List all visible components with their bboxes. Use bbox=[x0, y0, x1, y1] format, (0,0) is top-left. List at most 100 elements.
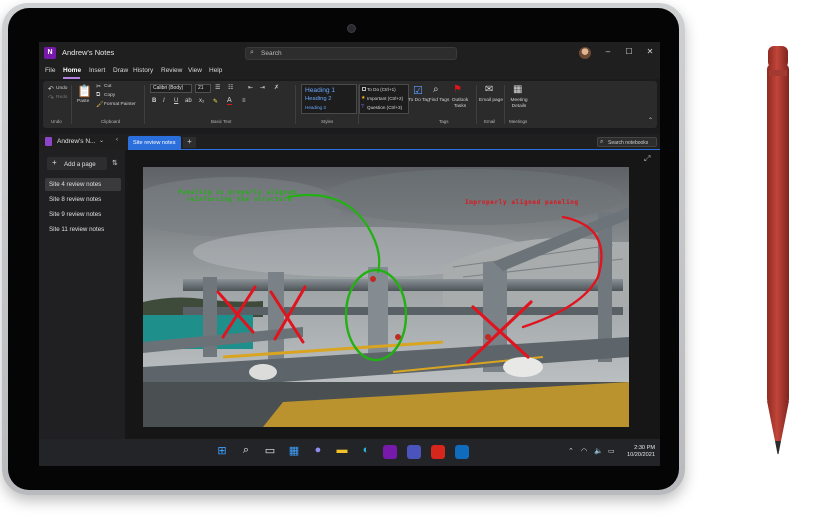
tag-important[interactable]: ★ Important (Ctrl+2) bbox=[361, 95, 403, 101]
style-heading-3[interactable]: Heading 3 bbox=[305, 105, 326, 110]
clear-formatting-icon[interactable]: ✗ bbox=[274, 84, 279, 91]
collapse-pane-icon[interactable]: ‹ bbox=[116, 137, 118, 143]
system-clock[interactable]: 2:30 PM 10/20/2021 bbox=[625, 445, 655, 459]
style-heading-2[interactable]: Heading 2 bbox=[305, 96, 331, 102]
star-icon: ★ bbox=[361, 95, 366, 101]
note-canvas[interactable]: ⤢ Paneling is properly aligned, reinforc… bbox=[125, 150, 660, 439]
font-family-select[interactable]: Calibri (Body) bbox=[150, 84, 192, 93]
tag-question-label: Question (Ctrl+3) bbox=[367, 105, 403, 110]
todo-tag-icon[interactable]: ☑ bbox=[413, 84, 423, 97]
paste-button[interactable]: Paste bbox=[77, 99, 89, 104]
outlook-tasks-button[interactable]: Outlook Tasks bbox=[448, 98, 472, 109]
decrease-indent-icon[interactable]: ⇤ bbox=[248, 84, 253, 91]
notebook-name[interactable]: Andrew's N... bbox=[57, 138, 95, 145]
copy-button[interactable]: Copy bbox=[104, 93, 115, 98]
undo-button[interactable]: Undo bbox=[56, 86, 67, 91]
styles-gallery[interactable]: Heading 1 Heading 2 Heading 3 bbox=[301, 84, 357, 114]
widgets-icon[interactable]: ▦ bbox=[287, 444, 301, 457]
battery-icon[interactable]: ▭ bbox=[608, 447, 615, 455]
basic-text-group-label: Basic Text bbox=[211, 119, 232, 124]
email-page-button[interactable]: Email page bbox=[479, 98, 503, 104]
page-item-label: Site 9 review notes bbox=[49, 211, 102, 218]
plus-icon: + bbox=[52, 158, 57, 167]
page-item-site-8[interactable]: Site 8 review notes bbox=[45, 193, 121, 206]
undo-icon[interactable]: ↶ bbox=[48, 85, 54, 93]
undo-group-label: Undo bbox=[51, 119, 62, 124]
teams-chat-icon[interactable]: ● bbox=[311, 444, 325, 456]
chevron-up-icon[interactable]: ⌃ bbox=[568, 447, 574, 455]
menu-history[interactable]: History bbox=[133, 67, 153, 74]
page-item-site-9[interactable]: Site 9 review notes bbox=[45, 208, 121, 221]
chevron-down-icon[interactable]: ⌄ bbox=[99, 137, 104, 144]
format-painter-button[interactable]: Format Painter bbox=[104, 102, 136, 107]
file-explorer-icon[interactable]: ▬ bbox=[335, 444, 349, 456]
title-search-box[interactable]: ⌕ Search bbox=[245, 47, 457, 60]
bullets-icon[interactable]: ☰ bbox=[215, 84, 220, 91]
acrobat-icon[interactable] bbox=[431, 445, 445, 459]
pages-pane: + Add a page ⇅ Site 4 review notes Site … bbox=[39, 150, 125, 439]
search-notebooks-placeholder: Search notebooks bbox=[608, 139, 649, 146]
flag-icon[interactable]: ⚑ bbox=[453, 84, 462, 95]
clock-time: 2:30 PM bbox=[634, 445, 655, 451]
tag-question[interactable]: ? Question (Ctrl+3) bbox=[361, 104, 403, 110]
sort-icon[interactable]: ⇅ bbox=[112, 159, 118, 167]
add-page-button[interactable]: + Add a page bbox=[47, 157, 107, 170]
tags-gallery[interactable]: To Do (Ctrl+1) ★ Important (Ctrl+2) ? Ques… bbox=[359, 84, 409, 114]
edge-icon[interactable]: ◐ bbox=[359, 444, 373, 456]
calendar-icon[interactable]: ▦ bbox=[513, 84, 522, 95]
strikethrough-icon[interactable]: ab bbox=[185, 98, 192, 104]
collapse-ribbon-icon[interactable]: ⌃ bbox=[648, 117, 653, 124]
copy-icon[interactable]: ⧉ bbox=[96, 92, 100, 99]
bold-button[interactable]: B bbox=[152, 98, 156, 104]
paste-icon[interactable]: 📋 bbox=[77, 84, 92, 98]
menu-home[interactable]: Home bbox=[63, 67, 81, 74]
green-annotation: Paneling is properly aligned, reinforcin… bbox=[178, 189, 300, 203]
redo-icon[interactable]: ↷ bbox=[48, 94, 54, 102]
onenote-icon[interactable] bbox=[383, 445, 397, 459]
italic-button[interactable]: I bbox=[163, 98, 165, 104]
cut-button[interactable]: Cut bbox=[104, 84, 111, 89]
highlight-icon[interactable]: ✎ bbox=[213, 98, 218, 105]
wifi-icon[interactable]: ◠ bbox=[581, 447, 587, 455]
add-section-button[interactable]: + bbox=[183, 137, 196, 148]
menu-insert[interactable]: Insert bbox=[89, 67, 105, 74]
teams-icon[interactable] bbox=[407, 445, 421, 459]
menu-review[interactable]: Review bbox=[161, 67, 182, 74]
menu-file[interactable]: File bbox=[45, 67, 55, 74]
menu-view[interactable]: View bbox=[188, 67, 202, 74]
style-heading-1[interactable]: Heading 1 bbox=[305, 87, 335, 94]
search-icon[interactable]: ⌕ bbox=[239, 444, 253, 457]
font-size-select[interactable]: 21 bbox=[195, 84, 211, 93]
page-item-site-4[interactable]: Site 4 review notes bbox=[45, 178, 121, 191]
subscript-icon[interactable]: x₂ bbox=[199, 98, 204, 104]
outlook-icon[interactable] bbox=[455, 445, 469, 459]
search-notebooks-input[interactable]: ⌕ Search notebooks bbox=[597, 137, 657, 147]
construction-site-photo[interactable]: Paneling is properly aligned, reinforcin… bbox=[143, 167, 629, 427]
email-icon[interactable]: ✉ bbox=[485, 84, 493, 95]
menu-draw[interactable]: Draw bbox=[113, 67, 128, 74]
tab-site-review-notes[interactable]: Site review notes bbox=[128, 136, 181, 150]
redo-button[interactable]: Redo bbox=[56, 95, 67, 100]
meeting-details-button[interactable]: Meeting Details bbox=[507, 98, 531, 109]
maximize-icon[interactable]: ☐ bbox=[623, 47, 635, 56]
format-painter-icon[interactable]: 🖌 bbox=[96, 101, 104, 108]
minimize-icon[interactable]: – bbox=[602, 47, 614, 56]
align-icon[interactable]: ≡ bbox=[242, 98, 246, 104]
notebook-bar: Andrew's N... ⌄ ‹ Site review notes + ⌕ … bbox=[39, 134, 660, 150]
volume-icon[interactable]: 🔈 bbox=[594, 447, 603, 455]
tag-todo[interactable]: To Do (Ctrl+1) bbox=[362, 87, 396, 92]
task-view-icon[interactable]: ▭ bbox=[263, 444, 277, 457]
expand-icon[interactable]: ⤢ bbox=[644, 154, 650, 164]
user-avatar[interactable] bbox=[579, 47, 591, 59]
font-color-icon[interactable]: A bbox=[227, 97, 232, 105]
increase-indent-icon[interactable]: ⇥ bbox=[260, 84, 265, 91]
menu-help[interactable]: Help bbox=[209, 67, 222, 74]
start-icon[interactable]: ⊞ bbox=[215, 444, 229, 457]
page-item-site-11[interactable]: Site 11 review notes bbox=[45, 223, 121, 236]
find-tags-icon[interactable]: ⌕ bbox=[433, 84, 439, 95]
clipboard-group-label: Clipboard bbox=[101, 119, 121, 124]
underline-button[interactable]: U bbox=[174, 98, 178, 104]
cut-icon[interactable]: ✂ bbox=[96, 83, 101, 90]
numbering-icon[interactable]: ☷ bbox=[228, 84, 233, 91]
close-icon[interactable]: ✕ bbox=[644, 47, 656, 56]
